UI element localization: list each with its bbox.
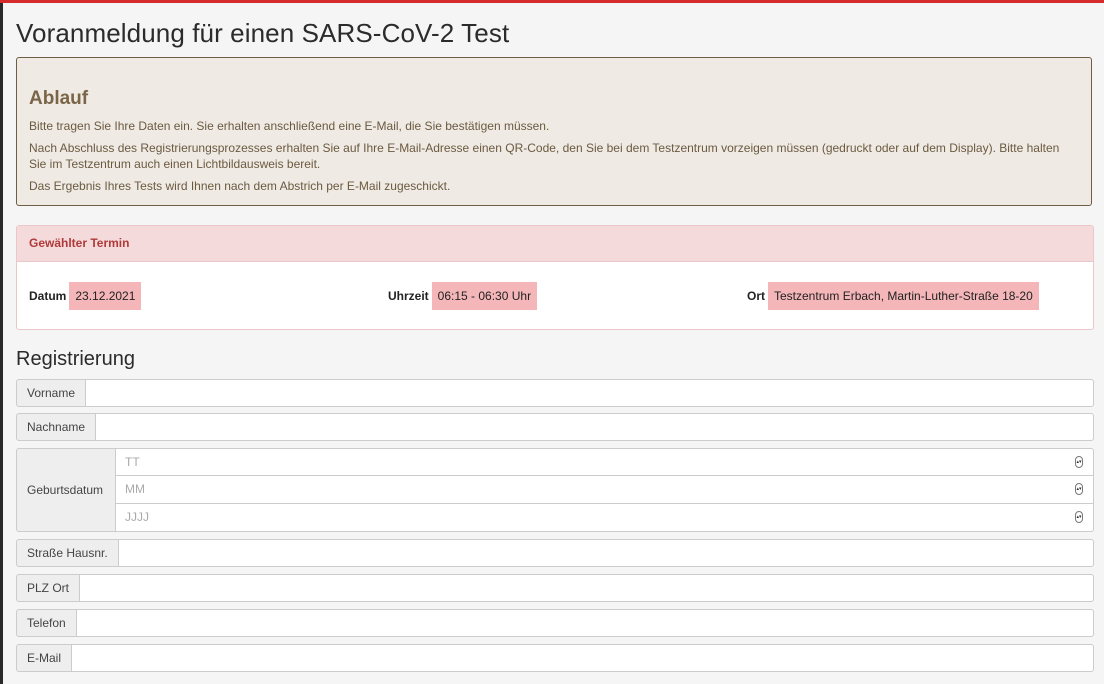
time-value: 06:15 - 06:30 Uhr — [431, 282, 538, 310]
stepper-icon[interactable]: ▴▾ — [1075, 456, 1083, 468]
stepper-icon[interactable]: ▴▾ — [1075, 511, 1083, 523]
firstname-input[interactable] — [86, 379, 1094, 407]
time-label: Uhrzeit — [388, 289, 429, 303]
info-heading: Ablauf — [29, 88, 89, 109]
city-row: PLZ Ort — [16, 574, 1094, 602]
birth-year-input[interactable]: JJJJ ▴▾ — [116, 504, 1094, 532]
appointment-time: Uhrzeit 06:15 - 06:30 Uhr — [388, 282, 538, 310]
street-row: Straße Hausnr. — [16, 539, 1094, 567]
email-label: E-Mail — [16, 644, 73, 672]
place-label: Ort — [747, 289, 765, 303]
appointment-place: Ort Testzentrum Erbach, Martin-Luther-St… — [747, 282, 1039, 310]
top-accent-bar — [0, 0, 1104, 3]
phone-label: Telefon — [16, 609, 77, 637]
info-panel: Ablauf Bitte tragen Sie Ihre Daten ein. … — [16, 57, 1092, 206]
birth-month-placeholder: MM — [125, 482, 145, 496]
window-left-edge — [0, 3, 3, 684]
date-label: Datum — [29, 289, 67, 303]
birth-year-placeholder: JJJJ — [125, 510, 149, 524]
stepper-icon[interactable]: ▴▾ — [1075, 483, 1083, 495]
birthdate-fields: TT ▴▾ MM ▴▾ JJJJ ▴▾ — [116, 448, 1094, 532]
birth-day-input[interactable]: TT ▴▾ — [116, 448, 1094, 476]
info-paragraph: Nach Abschluss des Registrierungsprozess… — [29, 141, 1060, 171]
date-value: 23.12.2021 — [69, 282, 142, 310]
firstname-row: Vorname — [16, 379, 1094, 407]
info-paragraph: Bitte tragen Sie Ihre Daten ein. Sie erh… — [29, 119, 550, 133]
birthdate-row: Geburtsdatum TT ▴▾ MM ▴▾ JJJJ ▴▾ — [16, 448, 1094, 532]
place-value: Testzentrum Erbach, Martin-Luther-Straße… — [768, 282, 1039, 310]
email-row: E-Mail — [16, 644, 1094, 672]
appointment-date: Datum 23.12.2021 — [29, 282, 142, 310]
appointment-header: Gewählter Termin — [17, 226, 1093, 262]
lastname-label: Nachname — [16, 413, 97, 441]
city-label: PLZ Ort — [16, 574, 81, 602]
birth-day-placeholder: TT — [125, 455, 140, 469]
phone-input[interactable] — [76, 609, 1094, 637]
street-input[interactable] — [118, 539, 1094, 567]
registration-title: Registrierung — [16, 348, 135, 370]
page-title: Voranmeldung für einen SARS-CoV-2 Test — [16, 18, 510, 48]
birthdate-label: Geburtsdatum — [16, 448, 116, 532]
lastname-input[interactable] — [96, 413, 1094, 441]
email-input[interactable] — [72, 644, 1094, 672]
city-input[interactable] — [80, 574, 1094, 602]
phone-row: Telefon — [16, 609, 1094, 637]
birth-month-input[interactable]: MM ▴▾ — [116, 476, 1094, 504]
info-paragraph: Das Ergebnis Ihres Tests wird Ihnen nach… — [29, 179, 451, 193]
firstname-label: Vorname — [16, 379, 87, 407]
appointment-panel: Gewählter Termin Datum 23.12.2021 Uhrzei… — [16, 225, 1094, 330]
lastname-row: Nachname — [16, 413, 1094, 441]
street-label: Straße Hausnr. — [16, 539, 119, 567]
